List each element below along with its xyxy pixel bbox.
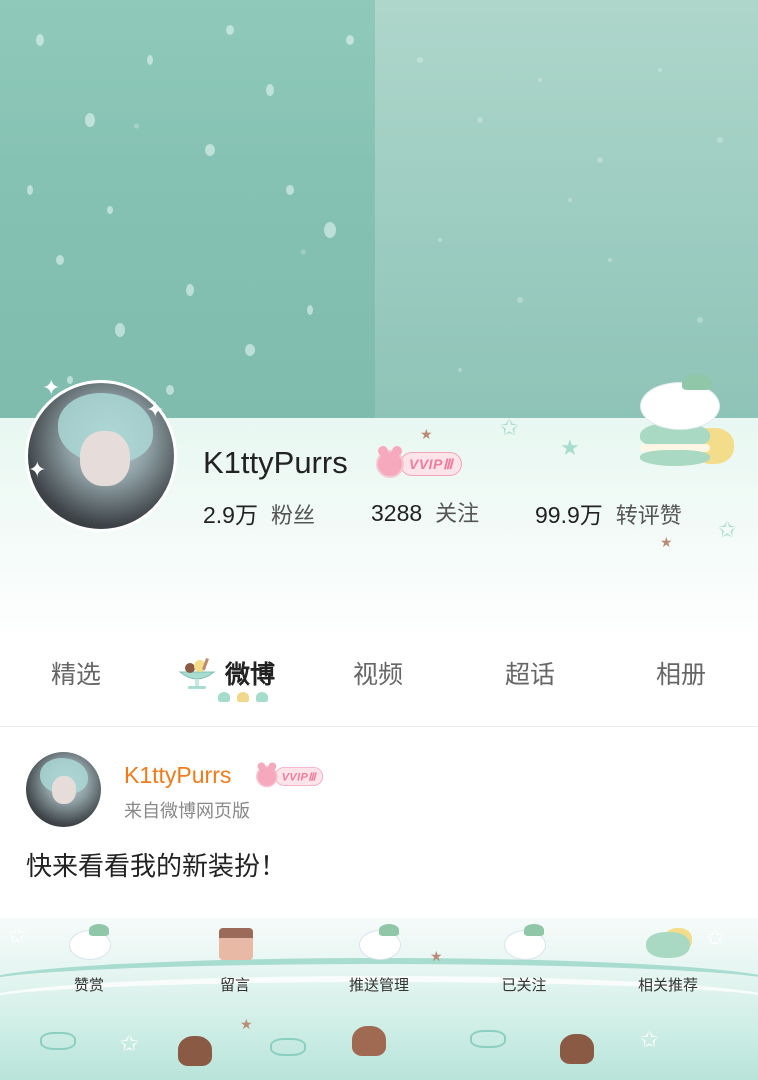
bunny-icon (494, 922, 554, 966)
action-following[interactable]: 已关注 (469, 922, 579, 995)
action-reward[interactable]: 赞赏 (34, 922, 144, 995)
star-icon: ★ (560, 436, 580, 461)
avatar-face (80, 431, 130, 486)
stat-reposts-label: 转评赞 (615, 504, 682, 529)
hat-icon (682, 374, 712, 390)
chocolate-icon (178, 1036, 212, 1066)
post-text: 快来看看我的新装扮！ (26, 852, 287, 882)
stat-fans-label: 粉丝 (270, 504, 315, 529)
bow-icon (470, 1030, 506, 1048)
star-icon: ★ (430, 949, 443, 965)
tab-featured[interactable]: 精选 (16, 655, 136, 691)
parfait-icon (178, 658, 216, 689)
post-source: 来自微博网页版 (124, 801, 250, 822)
sparkle-icon: ✦ (28, 458, 47, 483)
action-comment[interactable]: 留言 (180, 922, 290, 995)
tab-video[interactable]: 视频 (318, 655, 438, 691)
action-reward-label: 赞赏 (73, 976, 104, 994)
vip-level-label: VVIPⅢ (274, 767, 324, 786)
star-icon: ✩ (120, 1032, 139, 1057)
action-comment-label: 留言 (219, 976, 250, 994)
post-author-name[interactable]: K1ttyPurrs (124, 762, 231, 789)
bottom-decoration: ✩ ★ ✩ (0, 1018, 758, 1080)
stat-following-value: 3288 (371, 500, 423, 526)
stat-reposts-value: 99.9万 (535, 502, 603, 528)
profile-stats: 2.9万 粉丝 3288 关注 99.9万 转评赞 (203, 496, 682, 530)
profile-tabs: 精选 微博 视频 超话 相册 (0, 643, 758, 727)
vip-badge[interactable]: VVIPⅢ (376, 446, 472, 480)
stat-following[interactable]: 3288 关注 (371, 496, 479, 528)
star-icon: ★ (420, 427, 433, 443)
profile-username: K1ttyPurrs (203, 445, 348, 480)
star-icon: ✩ (640, 1028, 659, 1053)
post-card[interactable] (0, 727, 758, 927)
chocolate-icon (560, 1034, 594, 1064)
action-push-manage[interactable]: 推送管理 (324, 922, 434, 995)
action-related-label: 相关推荐 (637, 976, 698, 994)
star-icon: ✩ (718, 518, 737, 543)
vip-level-label: VVIPⅢ (400, 452, 463, 476)
star-icon: ✩ (706, 926, 725, 951)
action-following-label: 已关注 (501, 976, 547, 994)
profile-cover-image[interactable] (0, 0, 758, 420)
sparkle-icon: ✦ (42, 376, 61, 401)
bear-icon (376, 446, 404, 478)
cake-icon (205, 922, 265, 966)
bunny-icon (59, 922, 119, 966)
tab-album[interactable]: 相册 (621, 655, 741, 691)
macaron-icon (638, 922, 698, 966)
stat-following-label: 关注 (435, 502, 480, 527)
avatar-face (52, 776, 76, 804)
post-author-avatar[interactable] (26, 752, 101, 827)
bow-icon (40, 1032, 76, 1050)
action-push-manage-label: 推送管理 (348, 976, 409, 994)
tab-super-topic[interactable]: 超话 (470, 655, 590, 691)
post-vip-badge[interactable]: VVIPⅢ (256, 762, 331, 789)
chocolate-icon (352, 1026, 386, 1056)
stat-reposts-likes[interactable]: 99.9万 转评赞 (535, 496, 682, 530)
bear-icon (256, 762, 278, 788)
star-icon: ✩ (500, 416, 519, 441)
star-icon: ★ (660, 535, 673, 551)
raindrops-decoration (27, 25, 723, 395)
stat-fans[interactable]: 2.9万 粉丝 (203, 496, 315, 530)
star-icon: ✩ (8, 924, 27, 949)
bunny-icon (349, 922, 409, 966)
tab-active-indicator (218, 692, 268, 704)
macaron-bottom (640, 450, 710, 466)
mascot-decoration (632, 370, 742, 470)
star-icon: ★ (240, 1017, 253, 1033)
stat-fans-value: 2.9万 (203, 502, 258, 528)
sparkle-icon: ✦ (146, 398, 165, 423)
bow-icon (270, 1038, 306, 1056)
